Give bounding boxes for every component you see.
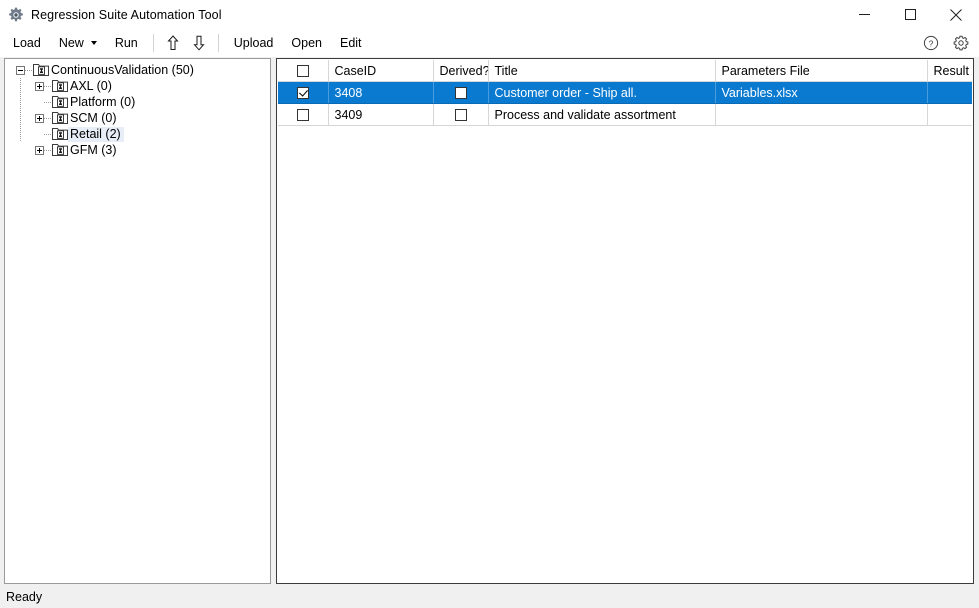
minimize-button[interactable] — [841, 0, 887, 29]
cell-result — [927, 103, 972, 126]
test-suite-icon — [33, 64, 49, 76]
svg-text:?: ? — [929, 38, 934, 48]
load-button[interactable]: Load — [4, 31, 50, 55]
arrow-up-icon — [167, 35, 179, 50]
row-select-checkbox[interactable] — [296, 109, 309, 122]
help-button[interactable]: ? — [921, 33, 941, 53]
move-up-button[interactable] — [160, 31, 186, 55]
tree-connector-dots — [44, 117, 52, 119]
application-window: Regression Suite Automation Tool Load Ne… — [0, 0, 979, 608]
grid-body: 3408 Customer order - Ship all. Variable… — [278, 81, 972, 126]
cell-derived[interactable] — [433, 103, 489, 126]
tree-connector-dots — [44, 85, 52, 87]
tree-node-label: SCM (0) — [70, 110, 117, 125]
maximize-button[interactable] — [887, 0, 933, 29]
tree-expander-collapse-icon[interactable] — [16, 65, 25, 75]
cell-parameters-file: Variables.xlsx — [715, 81, 928, 104]
table-row[interactable]: 3409 Process and validate assortment — [278, 103, 972, 126]
tree-node-label: GFM (3) — [70, 142, 117, 157]
toolbar-separator-2 — [217, 34, 219, 52]
title-bar: Regression Suite Automation Tool — [0, 0, 979, 29]
grid-header-result[interactable]: Result — [927, 60, 972, 82]
suite-tree: ContinuousValidation (50) AXL (0) Platfo… — [5, 59, 270, 158]
cell-derived[interactable] — [433, 81, 489, 104]
run-button[interactable]: Run — [106, 31, 147, 55]
grid-header-derived[interactable]: Derived? — [433, 60, 489, 82]
test-suite-icon — [52, 80, 68, 92]
new-menu-button[interactable]: New — [50, 31, 106, 55]
tree-connector-dots — [44, 133, 52, 135]
grid-header-row: CaseID Derived? Title Parameters File Re… — [278, 60, 972, 82]
settings-button[interactable] — [951, 33, 971, 53]
tree-children: AXL (0) Platform (0) SCM (0) Retail (2) … — [5, 78, 270, 158]
test-suite-icon — [52, 128, 68, 140]
table-row[interactable]: 3408 Customer order - Ship all. Variable… — [278, 81, 972, 104]
tree-node-retail[interactable]: Retail (2) — [5, 126, 270, 142]
edit-button[interactable]: Edit — [331, 31, 371, 55]
gear-icon — [9, 7, 23, 21]
test-suite-icon — [52, 96, 68, 108]
tree-connector-dots — [25, 69, 33, 71]
window-controls — [841, 0, 979, 29]
status-bar: Ready — [0, 586, 979, 608]
help-icon: ? — [923, 35, 939, 51]
tree-expander-expand-icon[interactable] — [35, 145, 44, 155]
new-menu-label: New — [58, 36, 84, 50]
test-suite-icon — [52, 112, 68, 124]
row-select-cell[interactable] — [278, 81, 329, 104]
grid-header-caseid[interactable]: CaseID — [328, 60, 434, 82]
cell-caseid: 3409 — [328, 103, 434, 126]
tree-node-scm[interactable]: SCM (0) — [5, 110, 270, 126]
select-all-checkbox[interactable] — [296, 65, 309, 78]
row-select-cell[interactable] — [278, 103, 329, 126]
grid-header-select-all[interactable] — [278, 60, 329, 82]
cell-title: Customer order - Ship all. — [488, 81, 716, 104]
tree-connector-dots — [44, 149, 52, 151]
tree-node-label: ContinuousValidation (50) — [51, 62, 194, 77]
toolbar: Load New Run Upload Open Edit ? — [0, 29, 979, 57]
derived-checkbox[interactable] — [454, 87, 467, 100]
tree-node-axl[interactable]: AXL (0) — [5, 78, 270, 94]
cell-caseid: 3408 — [328, 81, 434, 104]
derived-checkbox[interactable] — [454, 109, 467, 122]
status-text: Ready — [6, 590, 43, 604]
chevron-down-icon — [90, 41, 97, 45]
tree-expander-placeholder — [35, 98, 44, 107]
grid-header-parameters-file[interactable]: Parameters File — [715, 60, 928, 82]
maximize-icon — [904, 9, 916, 20]
gear-icon — [953, 35, 969, 51]
tree-node-label: Retail (2) — [68, 126, 124, 142]
grid-header: CaseID Derived? Title Parameters File Re… — [278, 60, 972, 82]
toolbar-right-group: ? — [921, 29, 971, 57]
cell-result — [927, 81, 972, 104]
arrow-down-icon — [193, 35, 205, 51]
test-suite-icon — [52, 144, 68, 156]
tree-expander-expand-icon[interactable] — [35, 81, 44, 91]
tree-node-root[interactable]: ContinuousValidation (50) — [5, 62, 270, 78]
tree-connector-dots — [44, 101, 52, 103]
suite-tree-panel[interactable]: ContinuousValidation (50) AXL (0) Platfo… — [4, 58, 271, 584]
window-title: Regression Suite Automation Tool — [31, 7, 222, 22]
close-icon — [950, 8, 962, 21]
test-case-grid-panel[interactable]: CaseID Derived? Title Parameters File Re… — [276, 58, 974, 584]
minimize-icon — [858, 14, 870, 15]
open-button[interactable]: Open — [282, 31, 331, 55]
test-case-grid: CaseID Derived? Title Parameters File Re… — [278, 60, 972, 126]
test-case-grid-viewport: CaseID Derived? Title Parameters File Re… — [278, 60, 972, 582]
toolbar-separator-1 — [152, 34, 154, 52]
move-down-button[interactable] — [186, 31, 212, 55]
tree-node-gfm[interactable]: GFM (3) — [5, 142, 270, 158]
close-button[interactable] — [933, 0, 979, 29]
main-content: ContinuousValidation (50) AXL (0) Platfo… — [0, 57, 979, 586]
upload-button[interactable]: Upload — [225, 31, 283, 55]
tree-node-label: AXL (0) — [70, 78, 112, 93]
tree-expander-placeholder — [35, 130, 44, 139]
cell-parameters-file — [715, 103, 928, 126]
tree-node-platform[interactable]: Platform (0) — [5, 94, 270, 110]
tree-node-label: Platform (0) — [70, 94, 136, 109]
grid-header-title[interactable]: Title — [488, 60, 716, 82]
tree-expander-expand-icon[interactable] — [35, 113, 44, 123]
row-select-checkbox[interactable] — [296, 87, 309, 100]
cell-title: Process and validate assortment — [488, 103, 716, 126]
